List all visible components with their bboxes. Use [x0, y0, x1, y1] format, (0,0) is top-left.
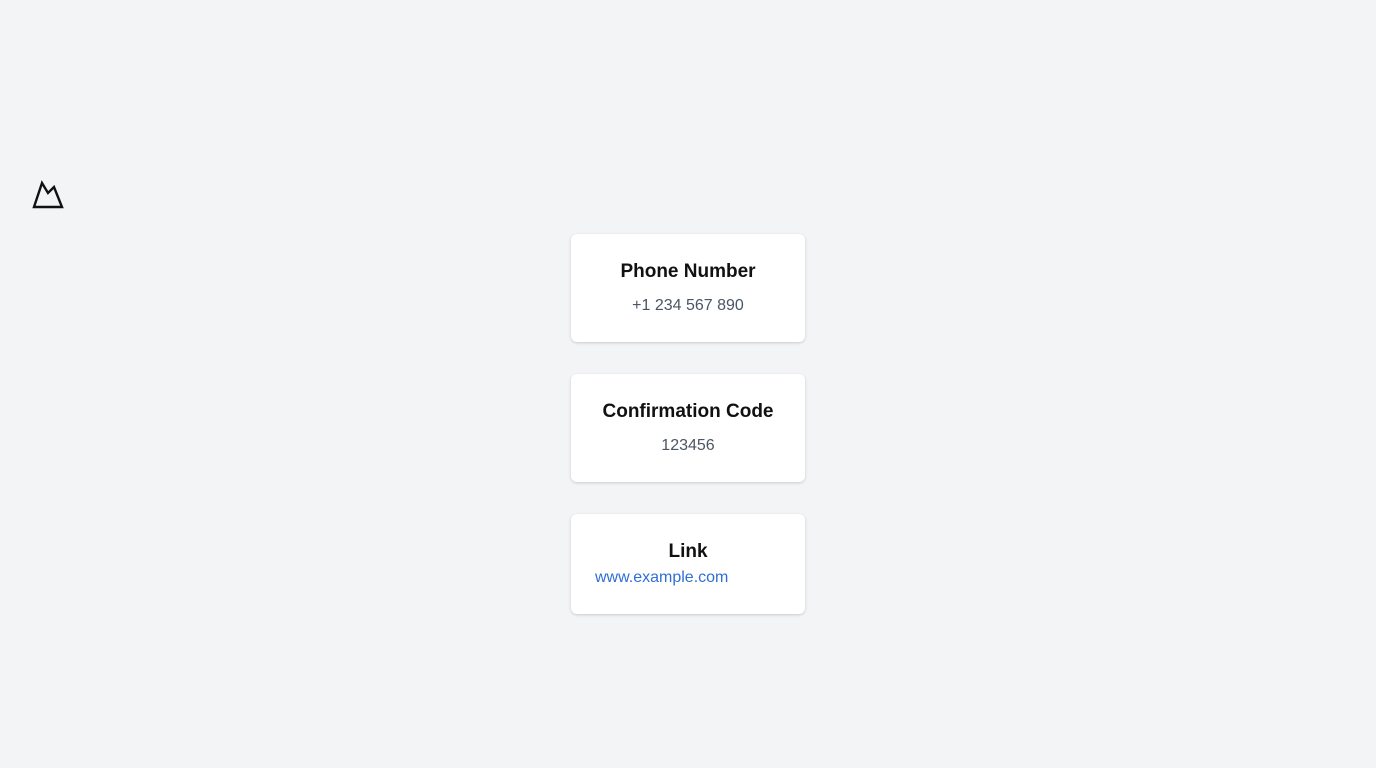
phone-number-value: +1 234 567 890 — [632, 297, 744, 314]
confirmation-code-card: Confirmation Code 123456 — [571, 374, 805, 482]
mountain-logo-icon — [32, 179, 64, 209]
link-title: Link — [668, 541, 708, 562]
phone-number-title: Phone Number — [620, 261, 756, 282]
link-card: Link www.example.com — [571, 514, 805, 614]
page: Phone Number +1 234 567 890 Confirmation… — [0, 0, 1376, 768]
phone-number-card: Phone Number +1 234 567 890 — [571, 234, 805, 342]
confirmation-code-value: 123456 — [661, 437, 715, 454]
link-url[interactable]: www.example.com — [595, 568, 805, 588]
confirmation-code-title: Confirmation Code — [602, 401, 774, 422]
